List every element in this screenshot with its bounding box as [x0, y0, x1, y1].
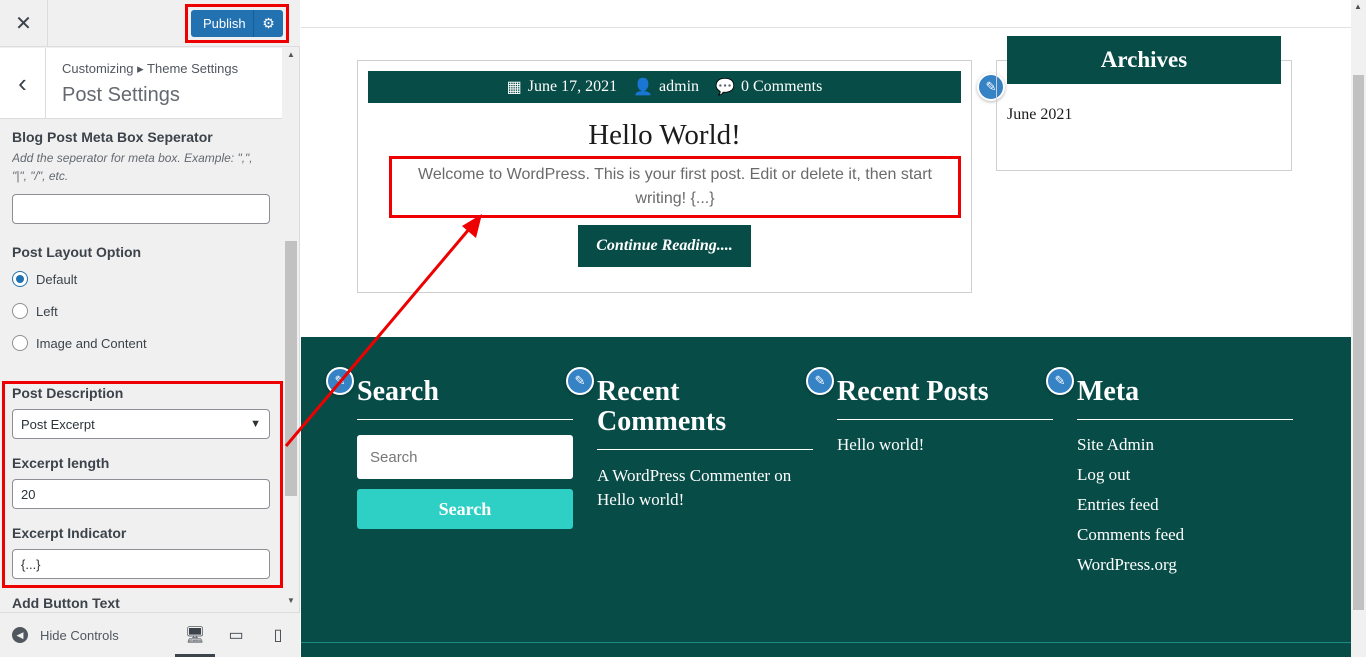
post-title[interactable]: Hello World! — [358, 119, 971, 152]
radio-left-label: Left — [36, 303, 58, 319]
site-preview: ▲ ▦ June 17, 2021 👤 admin 💬 0 Comments H… — [301, 0, 1366, 657]
chevron-left-icon: ‹ — [18, 68, 27, 98]
post-excerpt: Welcome to WordPress. This is your first… — [418, 166, 932, 207]
footer-recent-posts-widget: Recent Posts Hello world! — [837, 377, 1053, 460]
footer-search-input[interactable]: Search — [357, 435, 573, 479]
meta-separator-description: Add the seperator for meta box. Example:… — [12, 151, 253, 183]
footer-recent-comments-title: Recent Comments — [597, 377, 813, 450]
radio-image-content[interactable]: Image and Content — [12, 327, 147, 359]
radio-unchecked-icon[interactable] — [12, 335, 28, 351]
meta-link-entries-feed[interactable]: Entries feed — [1077, 490, 1293, 520]
post-date[interactable]: ▦ June 17, 2021 — [507, 77, 617, 97]
footer-meta-title: Meta — [1077, 377, 1293, 420]
customizer-footer: ◀ Hide Controls 🖥 ▭ ▯ — [0, 612, 300, 657]
post-author-text: admin — [659, 78, 700, 95]
footer-search-title: Search — [357, 377, 573, 420]
radio-unchecked-icon[interactable] — [12, 303, 28, 319]
page-title: Post Settings — [62, 84, 180, 106]
breadcrumb: Customizing ▸ Theme Settings — [62, 61, 239, 76]
footer-meta-widget: Meta Site Admin Log out Entries feed Com… — [1077, 377, 1293, 580]
footer-recent-comments-widget: Recent Comments A WordPress Commenter on… — [597, 377, 813, 512]
radio-default-label: Default — [36, 271, 78, 287]
recent-post-item[interactable]: Hello world! — [837, 430, 1053, 460]
post-comments[interactable]: 💬 0 Comments — [715, 77, 822, 97]
preview-scrollbar[interactable]: ▲ — [1351, 0, 1366, 657]
hide-controls-button[interactable]: ◀ Hide Controls — [12, 627, 119, 643]
mobile-icon: ▯ — [273, 627, 283, 644]
post-card: ▦ June 17, 2021 👤 admin 💬 0 Comments Hel… — [357, 60, 972, 293]
button-text-label: Add Button Text — [12, 595, 120, 610]
post-author[interactable]: 👤 admin — [633, 77, 699, 97]
radio-left[interactable]: Left — [12, 295, 147, 327]
publish-button[interactable]: Publish ⚙ — [191, 10, 283, 37]
tablet-icon: ▭ — [228, 627, 244, 644]
continue-reading-button[interactable]: Continue Reading.... — [578, 225, 751, 267]
edit-shortcut-pencil-icon[interactable]: ✎ — [1046, 367, 1074, 395]
meta-link-site-admin[interactable]: Site Admin — [1077, 430, 1293, 460]
meta-separator-input[interactable] — [12, 194, 270, 224]
meta-link-log-out[interactable]: Log out — [1077, 460, 1293, 490]
layout-option-label: Post Layout Option — [12, 244, 142, 260]
tablet-preview-button[interactable]: ▭ — [216, 623, 256, 657]
layout-radio-group: Default Left Image and Content — [12, 263, 147, 359]
footer-recent-posts-title: Recent Posts — [837, 377, 1053, 420]
publish-highlight: Publish ⚙ — [185, 4, 289, 43]
section-title-bar: ‹ Customizing ▸ Theme Settings Post Sett… — [0, 48, 282, 119]
preview-header-strip — [301, 0, 1351, 28]
desktop-icon: 🖥 — [184, 627, 206, 644]
preview-scroll-thumb[interactable] — [1353, 75, 1364, 610]
gear-icon[interactable]: ⚙ — [253, 10, 283, 37]
collapse-icon: ◀ — [12, 627, 28, 643]
archives-item[interactable]: June 2021 — [1007, 106, 1072, 124]
scroll-up-icon[interactable]: ▲ — [1354, 2, 1362, 11]
mobile-preview-button[interactable]: ▯ — [258, 623, 298, 657]
customizer-header: ✕ Publish ⚙ — [0, 0, 300, 47]
customizer-sidebar: ✕ Publish ⚙ ‹ Customizing ▸ Theme Settin… — [0, 0, 300, 657]
footer-search-button[interactable]: Search — [357, 489, 573, 529]
calendar-icon: ▦ — [506, 79, 522, 96]
scroll-down-icon[interactable]: ▼ — [287, 596, 295, 605]
post-date-text: June 17, 2021 — [527, 78, 618, 95]
meta-link-wordpress-org[interactable]: WordPress.org — [1077, 550, 1293, 580]
user-icon: 👤 — [633, 79, 654, 96]
sidebar-scrollbar[interactable]: ▲ ▼ — [284, 48, 298, 608]
radio-image-content-label: Image and Content — [36, 335, 147, 351]
back-button[interactable]: ‹ — [0, 48, 46, 119]
excerpt-highlight-box: Welcome to WordPress. This is your first… — [389, 156, 961, 218]
post-comments-text: 0 Comments — [740, 78, 823, 95]
hide-controls-label: Hide Controls — [40, 627, 119, 643]
recent-comment-item[interactable]: A WordPress Commenter on Hello world! — [597, 464, 813, 512]
footer-divider — [301, 642, 1351, 643]
publish-label: Publish — [203, 16, 246, 31]
desktop-preview-button[interactable]: 🖥 — [175, 623, 215, 657]
meta-separator-label: Blog Post Meta Box Seperator — [12, 129, 213, 145]
archives-title: Archives — [1007, 36, 1281, 84]
archives-widget: Archives June 2021 — [996, 36, 1292, 171]
edit-shortcut-pencil-icon[interactable]: ✎ — [806, 367, 834, 395]
comments-icon: 💬 — [715, 79, 735, 96]
settings-highlight-box — [2, 381, 283, 588]
radio-checked-icon[interactable] — [12, 271, 28, 287]
scroll-up-icon[interactable]: ▲ — [287, 50, 295, 59]
footer-search-widget: Search Search Search — [357, 377, 573, 529]
scroll-thumb[interactable] — [285, 241, 297, 496]
meta-link-comments-feed[interactable]: Comments feed — [1077, 520, 1293, 550]
edit-shortcut-pencil-icon[interactable]: ✎ — [326, 367, 354, 395]
site-footer: ✎ Search Search Search ✎ Recent Comments… — [301, 337, 1351, 657]
edit-shortcut-pencil-icon[interactable]: ✎ — [566, 367, 594, 395]
close-customizer-button[interactable]: ✕ — [0, 0, 48, 47]
close-icon: ✕ — [15, 13, 32, 35]
radio-default[interactable]: Default — [12, 263, 147, 295]
post-meta-bar: ▦ June 17, 2021 👤 admin 💬 0 Comments — [368, 71, 961, 103]
